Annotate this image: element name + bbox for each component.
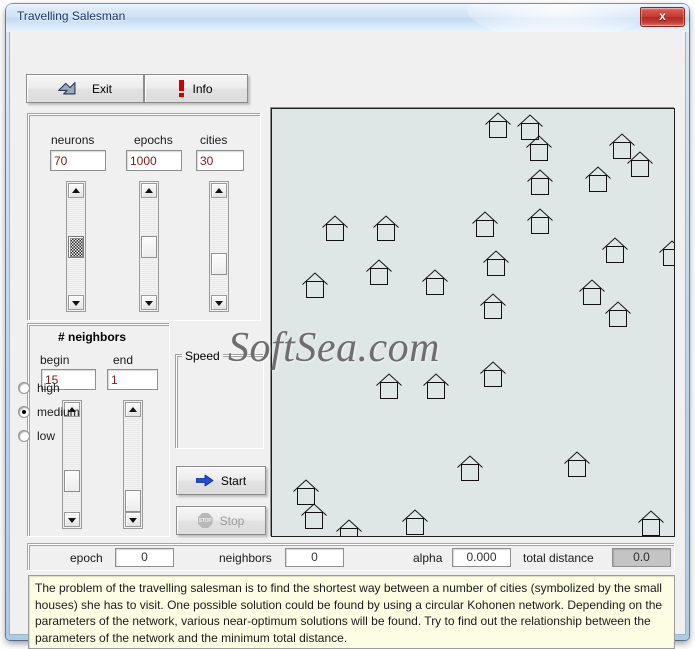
house-icon [422,269,448,295]
neurons-scroll-up-button[interactable] [68,183,84,198]
house-icon [659,240,674,266]
house-icon [485,112,511,138]
cities-input[interactable]: 30 [196,150,244,171]
info-button-label: Info [192,81,213,96]
speed-option-low[interactable]: low [18,429,55,443]
status-epoch-label: epoch [70,551,103,565]
neighbors-end-scroll-up-button[interactable] [125,402,141,417]
cities-scrollbar[interactable] [209,181,229,312]
house-icon [322,215,348,241]
cities-scroll-thumb[interactable] [211,253,227,275]
house-icon [336,519,362,536]
speed-option-high[interactable]: high [18,381,60,395]
start-button-label: Start [220,473,247,488]
speed-group-title: Speed [182,349,223,363]
exit-button[interactable]: Exit [26,74,144,103]
epochs-scroll-up-button[interactable] [141,183,157,198]
neighbors-end-input[interactable]: 1 [107,369,158,390]
titlebar-glow [467,4,647,32]
neighbors-end-scroll-down-button[interactable] [125,512,141,527]
neurons-scrollbar[interactable] [66,181,86,312]
epochs-scroll-down-button[interactable] [141,295,157,310]
neighbors-begin-scroll-thumb[interactable] [64,470,80,492]
house-icon [527,208,553,234]
house-icon [480,293,506,319]
status-distance-label: total distance [523,551,594,565]
speed-option-low-label: low [37,429,56,443]
exit-arrow-icon [58,81,76,94]
stop-button-label: Stop [219,513,245,528]
house-icon [517,114,543,140]
house-icon [402,509,428,535]
neurons-scroll-down-button[interactable] [68,295,84,310]
neighbors-begin-scrollbar[interactable] [62,400,82,529]
begin-label: begin [40,353,70,367]
info-button[interactable]: Info [144,74,248,103]
exclamation-icon [179,80,185,97]
close-icon: x [659,9,666,23]
status-alpha-label: alpha [413,551,443,565]
house-icon [302,272,328,298]
neurons-label: neurons [51,133,95,147]
house-icon [366,259,392,285]
house-icon [457,455,483,481]
house-icon [483,250,509,276]
status-alpha-value: 0.000 [452,548,511,567]
house-icon [472,211,498,237]
house-icon [579,279,605,305]
cities-scroll-up-button[interactable] [211,183,227,198]
neurons-input[interactable]: 70 [50,150,106,171]
epochs-input[interactable]: 1000 [126,150,182,171]
status-distance-value: 0.0 [612,548,671,567]
speed-option-medium-label: medium [37,405,80,419]
house-icon [527,169,553,195]
speed-group [176,355,264,449]
house-icon [605,301,631,327]
description-text: The problem of the travelling salesman i… [28,575,675,649]
window-title: Travelling Salesman [17,9,126,23]
stop-button: STOP Stop [176,506,266,535]
cities-scroll-down-button[interactable] [211,295,227,310]
status-neighbors-label: neighbors [219,551,272,565]
radio-icon-high [18,382,30,394]
speed-option-medium[interactable]: medium [18,405,80,419]
epochs-scroll-thumb[interactable] [141,236,157,258]
radio-icon-medium [18,406,30,418]
radio-icon-low [18,430,30,442]
neighbors-begin-scroll-down-button[interactable] [64,512,80,527]
title-bar: Travelling Salesman x [6,4,689,32]
house-icon [564,451,590,477]
neighbors-group-title: # neighbors [55,330,130,344]
neighbors-end-scrollbar[interactable] [123,400,143,529]
close-button[interactable]: x [640,7,685,27]
end-label: end [113,353,134,367]
application-window: Travelling Salesman x Exit Info neurons … [6,4,689,649]
stop-sign-icon: STOP [197,513,213,528]
start-button[interactable]: Start [176,466,266,495]
neurons-scroll-thumb[interactable] [68,236,84,258]
client-area: Exit Info neurons epochs cities 70 1000 … [9,32,686,649]
exit-button-label: Exit [91,81,112,96]
house-icon [602,237,628,263]
house-icon [423,373,449,399]
cities-canvas[interactable] [271,108,675,537]
house-icon [480,361,506,387]
house-icon [585,166,611,192]
status-neighbors-value: 0 [285,548,344,567]
status-epoch-value: 0 [115,548,174,567]
cities-label: cities [200,133,228,147]
epochs-scrollbar[interactable] [139,181,159,312]
house-icon [293,479,319,505]
epochs-label: epochs [134,133,173,147]
speed-option-high-label: high [37,381,60,395]
house-icon [373,215,399,241]
house-icon [627,151,653,177]
neighbors-end-scroll-thumb[interactable] [125,490,141,512]
house-icon [638,510,664,536]
status-bar: epoch 0 neighbors 0 alpha 0.000 total di… [28,544,675,571]
house-icon [376,373,402,399]
play-arrow-icon [195,474,214,487]
